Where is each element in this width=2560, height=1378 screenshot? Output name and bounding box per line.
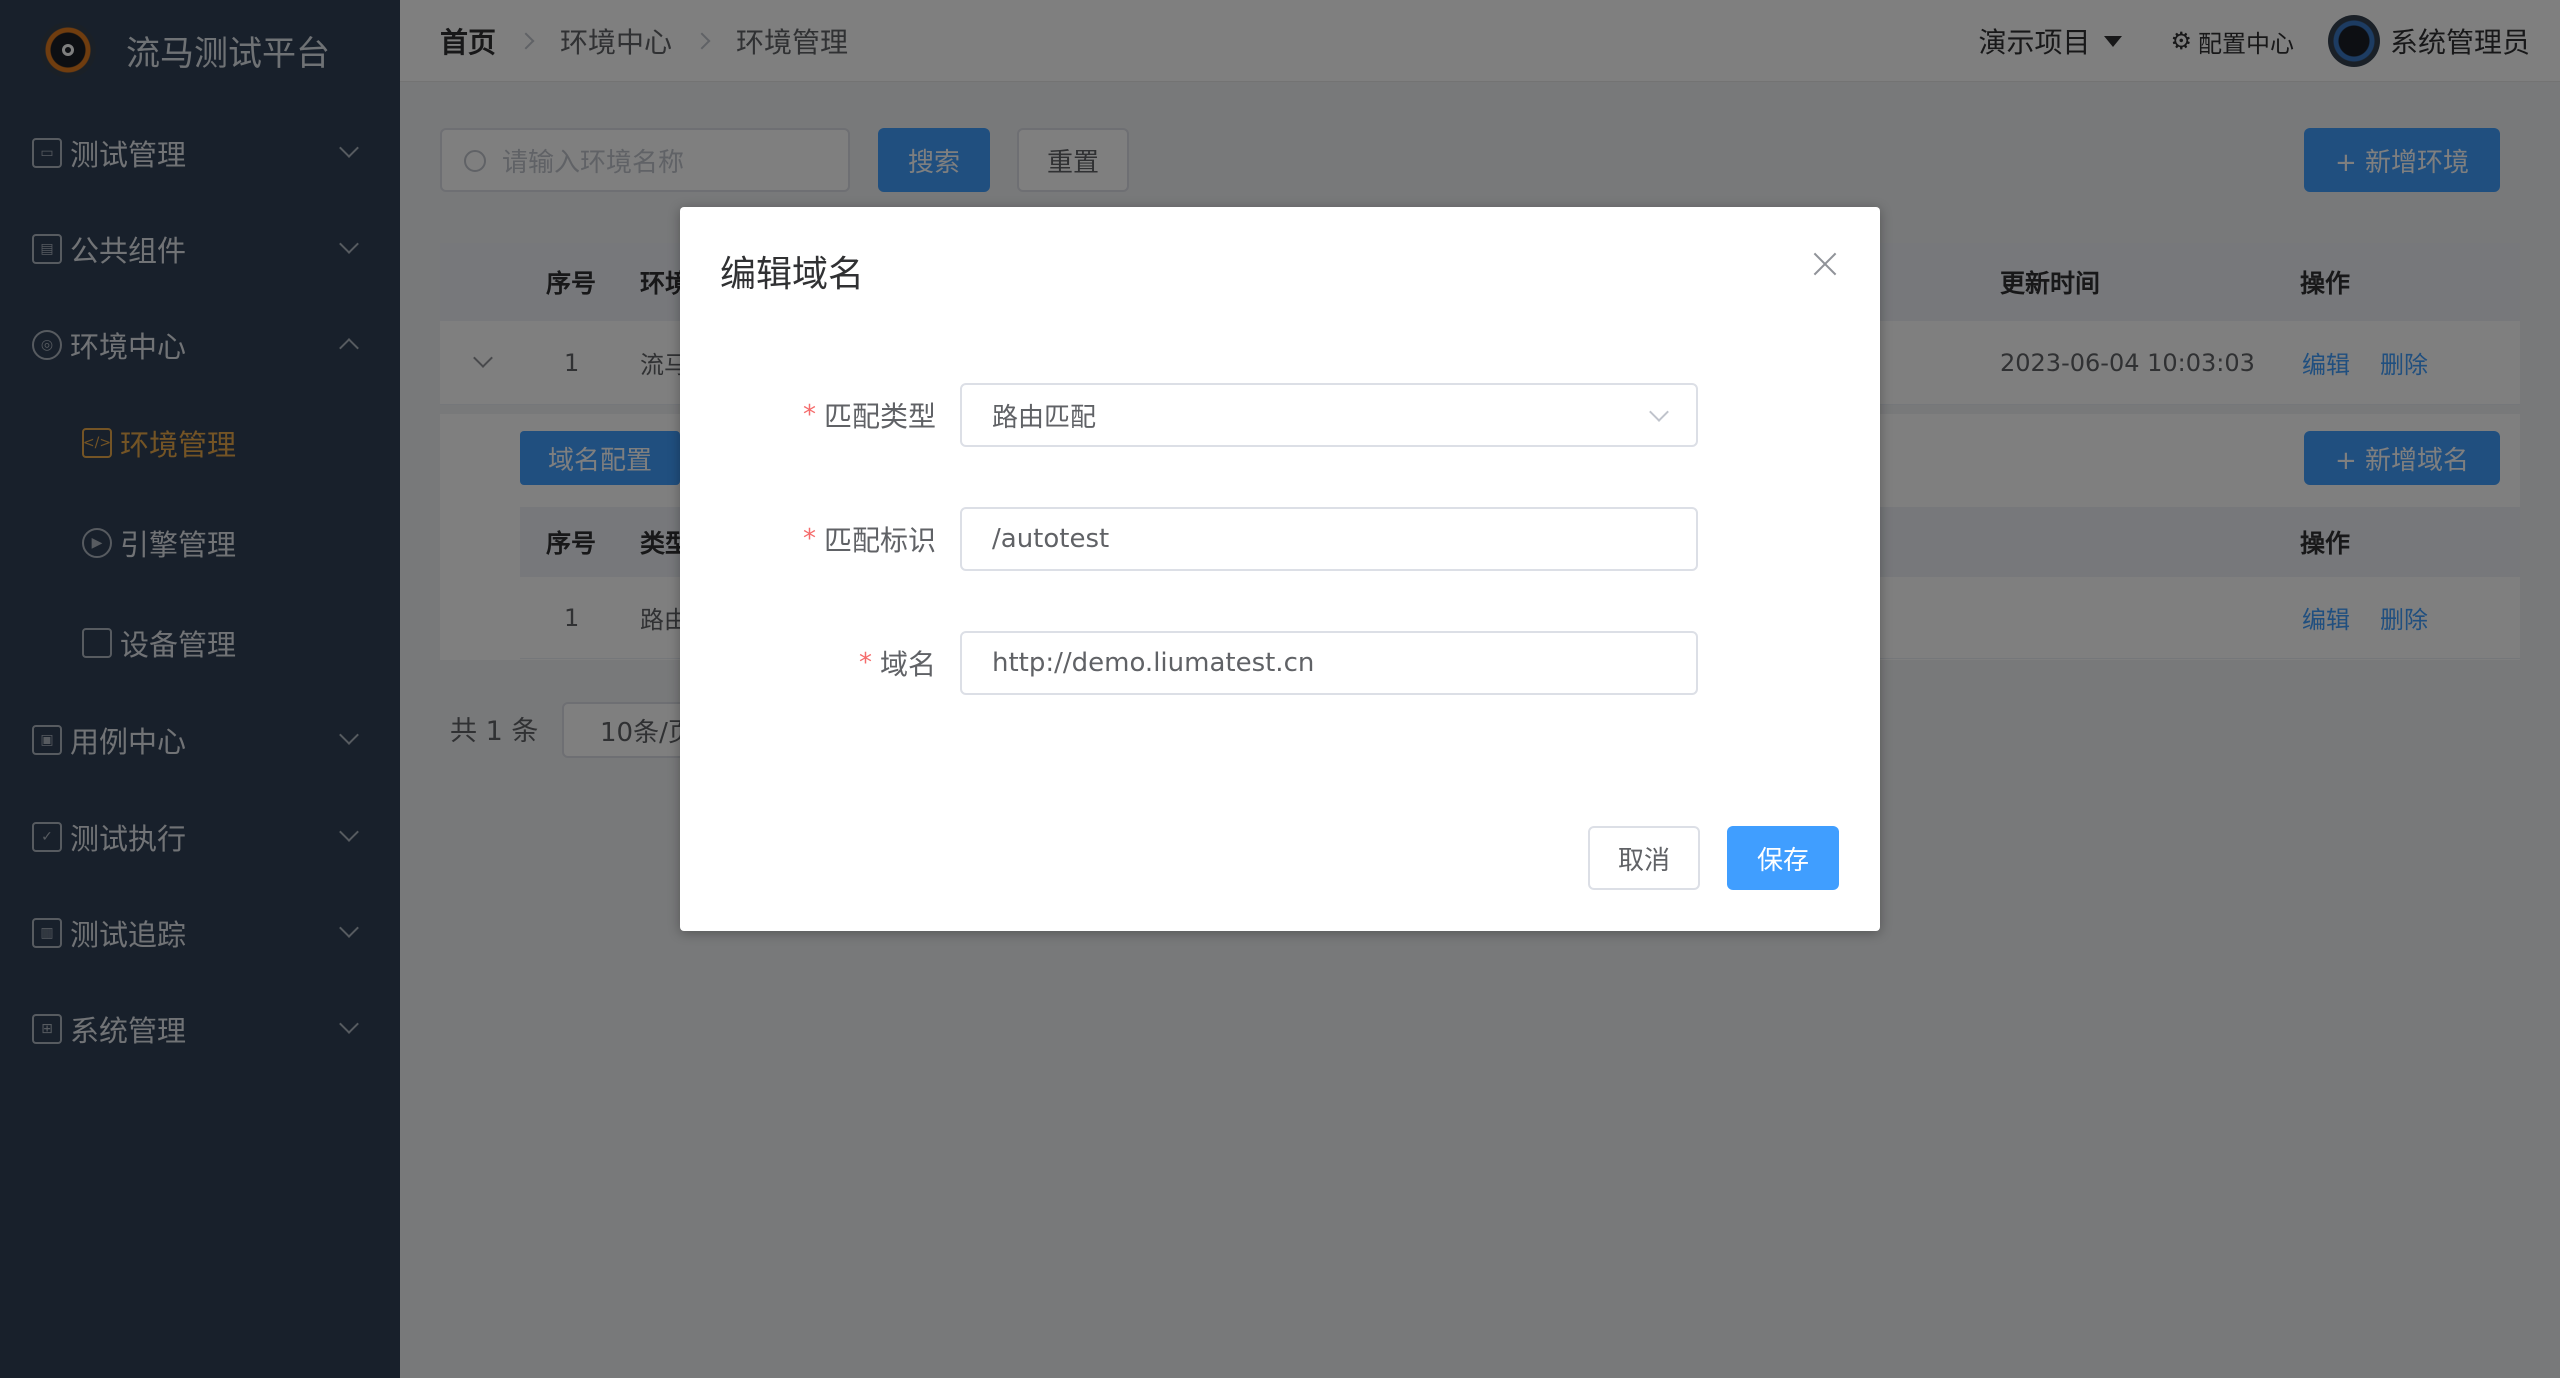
- domain-label: 域名: [879, 648, 936, 681]
- domain-input[interactable]: http://demo.liumatest.cn: [960, 631, 1698, 695]
- match-type-label: 匹配类型: [823, 400, 936, 433]
- close-icon[interactable]: [1810, 249, 1840, 279]
- match-type-select[interactable]: 路由匹配: [960, 383, 1698, 447]
- cancel-button[interactable]: 取消: [1588, 826, 1700, 890]
- match-type-row: * 匹配类型 路由匹配: [680, 383, 1880, 447]
- match-key-row: * 匹配标识 /autotest: [680, 507, 1880, 571]
- required-asterisk: *: [858, 648, 872, 678]
- edit-domain-dialog: 编辑域名 * 匹配类型 路由匹配 * 匹配标识 /autotest * 域名 h…: [680, 207, 1880, 931]
- required-asterisk: *: [802, 400, 816, 430]
- dialog-title: 编辑域名: [720, 254, 865, 295]
- domain-row: * 域名 http://demo.liumatest.cn: [680, 631, 1880, 695]
- required-asterisk: *: [802, 524, 816, 554]
- match-key-label: 匹配标识: [823, 524, 936, 557]
- save-button[interactable]: 保存: [1727, 826, 1839, 890]
- chevron-down-icon: [1649, 402, 1669, 422]
- match-key-input[interactable]: /autotest: [960, 507, 1698, 571]
